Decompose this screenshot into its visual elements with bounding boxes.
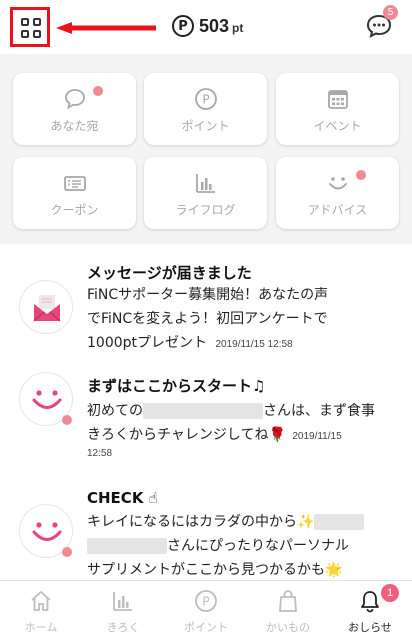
avatar (19, 280, 73, 334)
redacted-name (87, 538, 167, 554)
notification-body-text: さんは、まず食事 (263, 403, 375, 419)
point-coin-icon: P (194, 88, 217, 110)
tile-point[interactable]: P ポイント (144, 73, 267, 145)
tile-label: ライフログ (175, 203, 236, 217)
svg-text:P: P (202, 93, 209, 107)
menu-highlight-box[interactable] (10, 7, 50, 47)
notification-title: メッセージが届きました (87, 264, 252, 282)
notification-badge: 1 (381, 584, 399, 602)
nav-label: かいもの (266, 621, 310, 634)
point-coin-icon: P (172, 15, 194, 37)
points-display[interactable]: P 503 pt (172, 13, 243, 39)
unread-dot (62, 547, 72, 557)
notification-body-text: キレイになるにはカラダの中から✨ (87, 514, 315, 530)
app-header: P 503 pt 5 (0, 0, 412, 54)
notification-timestamp: 2019/11/15 12:58 (215, 339, 293, 350)
notification-body: 初めての さんは、まず食事 きろくからチャレンジしてね🌹 2019/11/15 1… (87, 399, 397, 461)
notification-body-line: 初めての さんは、まず食事 (87, 399, 397, 423)
unread-dot (62, 415, 72, 425)
notification-title: まずはここからスタート♫ (87, 377, 266, 395)
points-value: 503 (199, 15, 230, 36)
notification-body-line: きろくからチャレンジしてね🌹 2019/11/15 (87, 423, 397, 447)
home-icon (31, 591, 51, 611)
nav-kiroku[interactable]: きろく (82, 581, 164, 640)
tile-advice[interactable]: アドバイス (276, 157, 399, 229)
shopping-bag-icon (279, 590, 297, 612)
notification-body-text: 初めての (87, 403, 143, 419)
nav-kaimono[interactable]: かいもの (247, 581, 329, 640)
calendar-icon (327, 90, 348, 109)
tile-coupon[interactable]: クーポン (13, 157, 136, 229)
tile-label: あなた宛 (50, 119, 99, 133)
bar-chart-icon (195, 174, 215, 193)
notification-body-line: さんにぴったりなパーソナル (87, 534, 397, 558)
tile-lifelog[interactable]: ライフログ (144, 157, 267, 229)
tile-notification-dot (356, 170, 366, 180)
svg-text:P: P (202, 595, 209, 609)
point-icon: P (195, 590, 217, 612)
notification-body-text: きろくからチャレンジしてね🌹 (87, 427, 286, 443)
tile-label: ポイント (181, 119, 230, 133)
points-unit: pt (232, 21, 244, 35)
tile-notification-dot (93, 86, 103, 96)
notification-body: キレイになるにはカラダの中から✨ さんにぴったりなパーソナル サプリメントがここ… (87, 510, 397, 582)
tile-label: イベント (313, 119, 362, 133)
nav-label: おしらせ (348, 621, 392, 634)
speech-bubble-icon (64, 89, 85, 110)
red-arrow-annotation (56, 22, 156, 34)
notification-body-text: さんにぴったりなパーソナル (167, 538, 349, 554)
redacted-name (314, 514, 365, 530)
notification-timestamp: 12:58 (87, 448, 113, 459)
notification-item[interactable]: まずはここからスタート♫ 初めての さんは、まず食事 きろくからチャレンジしてね🌹… (0, 368, 412, 476)
notification-body-line: サプリメントがここから見つかるかも🌟 (87, 562, 343, 578)
coupon-ticket-icon (63, 176, 86, 191)
smiley-icon (32, 522, 62, 541)
notification-body: FiNCサポーター募集開始！あなたの声 でFiNCを変えよう！初回アンケートで … (87, 283, 397, 355)
notification-item[interactable]: CHECK ☝ キレイになるにはカラダの中から✨ さんにぴったりなパーソナル サ… (0, 480, 412, 580)
notification-body-line: 1000ptプレゼント 2019/11/15 12:58 (87, 331, 397, 355)
chat-badge: 5 (383, 5, 398, 20)
tile-anata-ate[interactable]: あなた宛 (13, 73, 136, 145)
record-chart-icon (113, 592, 132, 611)
shortcut-tiles: あなた宛 P ポイント イベント クーポン ライフログ アドバイス (0, 54, 412, 244)
envelope-icon (33, 295, 61, 322)
notification-timestamp: 2019/11/15 (292, 431, 342, 442)
notification-body-line: でFiNCを変えよう！初回アンケートで (87, 311, 328, 327)
notification-body-text: 1000ptプレゼント (87, 335, 208, 351)
tile-label: アドバイス (307, 203, 368, 217)
grid-menu-icon[interactable] (21, 18, 41, 38)
notification-body-line: キレイになるにはカラダの中から✨ (87, 510, 397, 534)
nav-point[interactable]: P ポイント (165, 581, 247, 640)
bottom-navigation: ホーム きろく P ポイント かいもの おしらせ (0, 580, 412, 640)
notification-item[interactable]: メッセージが届きました FiNCサポーター募集開始！あなたの声 でFiNCを変え… (0, 252, 412, 364)
redacted-name (143, 403, 263, 419)
tile-label: クーポン (50, 203, 99, 217)
notification-title: CHECK ☝ (87, 489, 158, 507)
smiley-icon (328, 177, 347, 190)
nav-label: ポイント (184, 621, 228, 634)
notification-body-line: FiNCサポーター募集開始！あなたの声 (87, 287, 329, 303)
bell-icon (361, 591, 379, 613)
tile-event[interactable]: イベント (276, 73, 399, 145)
nav-label: きろく (106, 621, 140, 634)
nav-label: ホーム (24, 621, 58, 634)
nav-home[interactable]: ホーム (0, 581, 82, 640)
smiley-icon (32, 390, 62, 409)
